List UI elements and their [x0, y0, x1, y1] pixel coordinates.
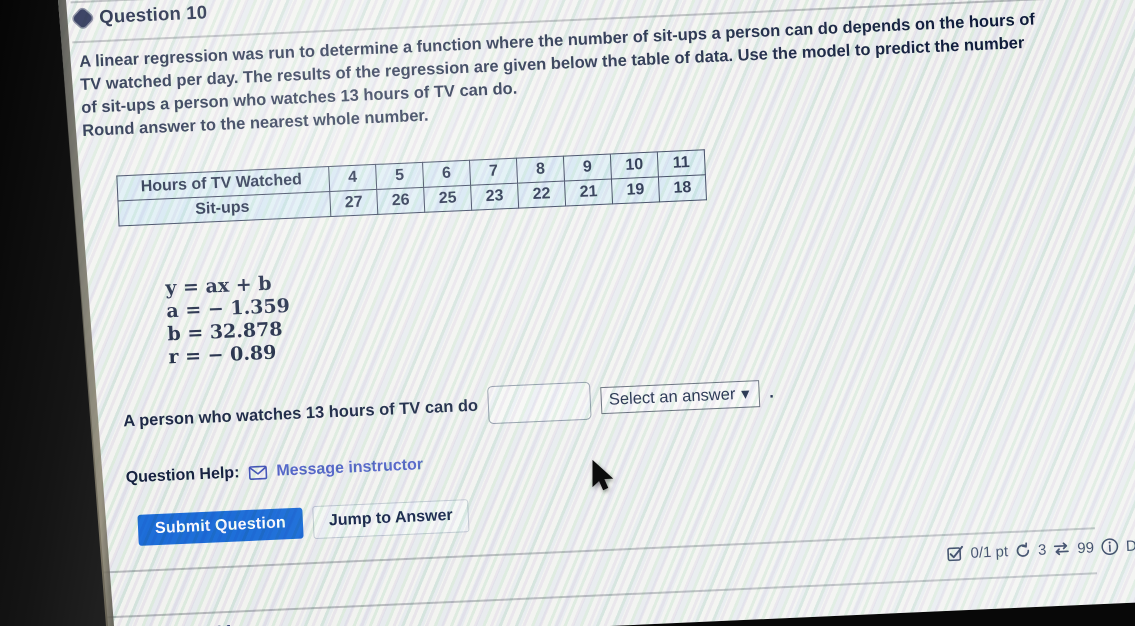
- next-question-title: Question 11: [126, 621, 234, 626]
- answer-prefix-text: A person who watches 13 hours of TV can …: [122, 396, 479, 430]
- data-table-wrapper: Hours of TV Watched 4 5 6 7 8 9 10 11 Sit-ups 27 26…: [116, 149, 707, 227]
- table-cell: 27: [329, 189, 378, 217]
- message-instructor-link[interactable]: Message instructor: [276, 456, 423, 481]
- circular-arrow-icon: [1015, 542, 1032, 559]
- regression-r: r = − 0.89: [167, 341, 277, 369]
- question-prompt: A linear regression was run to determine…: [79, 8, 1057, 143]
- jump-to-answer-button[interactable]: Jump to Answer: [312, 499, 470, 540]
- info-circle-icon[interactable]: [1101, 537, 1120, 556]
- table-cell: 21: [564, 178, 613, 207]
- quiz-page: Question 10 0/1 pt 3: [56, 0, 1135, 626]
- swap-arrows-icon: [1053, 540, 1071, 557]
- answer-row: A person who watches 13 hours of TV can …: [122, 373, 774, 440]
- screen-photo: Question 10 0/1 pt 3: [0, 0, 1135, 626]
- data-table: Hours of TV Watched 4 5 6 7 8 9 10 11 Sit-ups 27 26…: [116, 149, 707, 227]
- question-help-label: Question Help:: [125, 464, 240, 487]
- table-cell: 18: [658, 174, 707, 202]
- divider-bottom-2: [97, 572, 1098, 619]
- question-help-row: Question Help: Message instructor: [125, 456, 423, 487]
- table-cell: 5: [375, 162, 424, 190]
- answer-unit-select-label: Select an answer: [608, 384, 736, 409]
- table-cell: 19: [611, 176, 660, 204]
- attempts-count: 3: [1037, 541, 1047, 559]
- table-cell: 9: [563, 153, 612, 182]
- chevron-down-icon: ▼: [737, 385, 753, 403]
- answer-input[interactable]: [487, 381, 592, 425]
- score-text: 0/1 pt: [970, 542, 1009, 562]
- page-title: Question 10: [98, 1, 208, 28]
- table-cell: 22: [517, 181, 566, 209]
- versions-count: 99: [1076, 538, 1095, 557]
- action-buttons: Submit Question Jump to Answer: [137, 499, 470, 547]
- table-cell: 25: [423, 185, 472, 213]
- diamond-bullet-icon: [72, 7, 94, 29]
- next-question-header[interactable]: Question 11: [102, 621, 234, 626]
- table-cell: 4: [328, 164, 377, 192]
- table-cell: 8: [516, 156, 565, 184]
- regression-results: y = ax + b a = − 1.359 b = 32.878 r = − …: [165, 272, 292, 369]
- submit-question-button[interactable]: Submit Question: [137, 507, 304, 546]
- table-cell: 7: [469, 158, 518, 186]
- checkbox-checked-icon: [946, 545, 964, 563]
- question-header: Question 10: [72, 1, 208, 29]
- details-link[interactable]: Details: [1126, 535, 1135, 554]
- monitor-screen: Question 10 0/1 pt 3: [56, 0, 1135, 626]
- table-cell: 23: [470, 183, 519, 211]
- envelope-icon[interactable]: [248, 465, 268, 481]
- mouse-cursor: [591, 459, 617, 499]
- answer-unit-select[interactable]: Select an answer ▼: [600, 379, 760, 414]
- sentence-period: .: [768, 382, 775, 402]
- status-bar-bottom: 0/1 pt 3 99 Details: [946, 535, 1135, 563]
- table-cell: 11: [657, 149, 706, 177]
- table-cell: 10: [610, 151, 659, 179]
- table-cell: 26: [376, 187, 425, 215]
- table-cell: 6: [422, 160, 471, 188]
